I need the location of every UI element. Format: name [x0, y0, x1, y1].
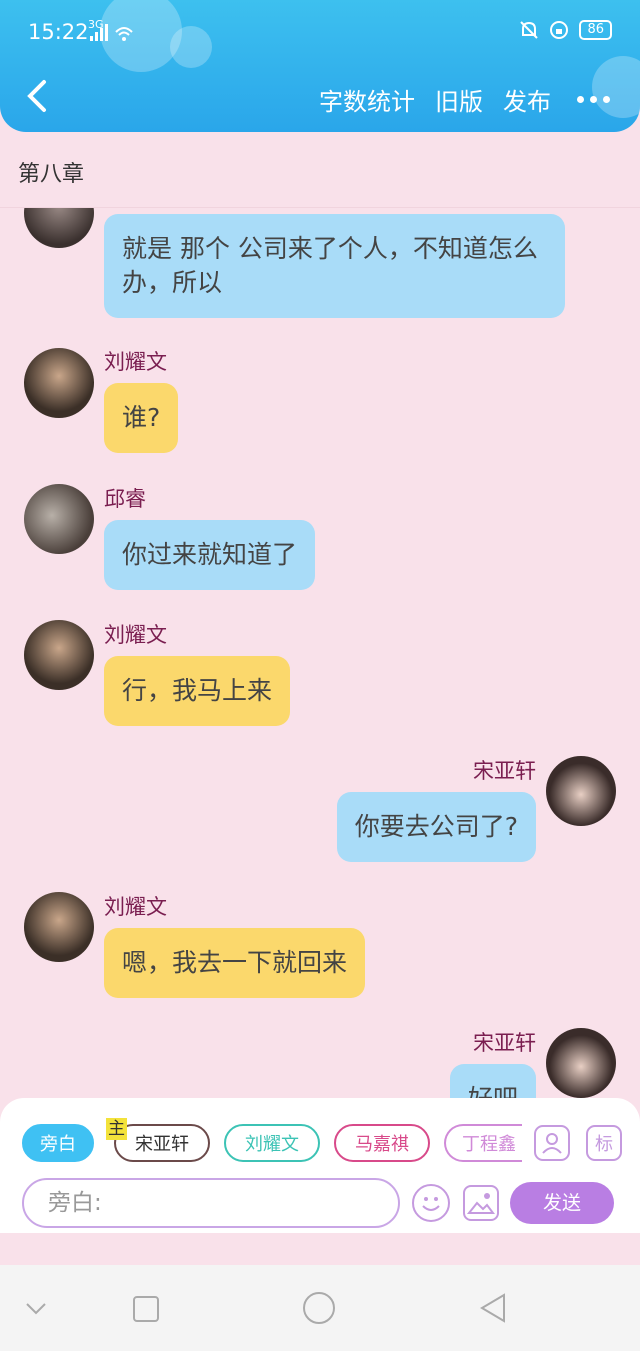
chapter-title-bar: 第八章 — [0, 132, 640, 208]
back-chevron-icon[interactable] — [22, 78, 52, 114]
role-manage-icon[interactable] — [534, 1125, 570, 1161]
role-tag-songyaxuan[interactable]: 主 宋亚轩 — [106, 1118, 210, 1162]
decorative-bubble — [170, 26, 212, 68]
avatar[interactable] — [24, 208, 94, 248]
publish-button[interactable]: 发布 — [503, 82, 551, 117]
lock-rotation-icon — [550, 21, 569, 39]
speaker-name: 宋亚轩 — [473, 1031, 536, 1055]
status-time: 15:22 — [28, 20, 89, 44]
speaker-name: 邱睿 — [104, 487, 146, 511]
avatar[interactable] — [24, 620, 94, 690]
message-bubble[interactable]: 你要去公司了? — [336, 792, 536, 862]
compose-input[interactable]: 旁白: — [22, 1178, 400, 1228]
mute-bell-icon — [520, 21, 539, 39]
avatar[interactable] — [24, 484, 94, 554]
back-triangle-icon[interactable] — [478, 1293, 508, 1323]
speaker-name: 宋亚轩 — [473, 759, 536, 783]
recents-square-icon[interactable] — [132, 1295, 160, 1323]
avatar[interactable] — [24, 892, 94, 962]
battery-indicator: 86 — [579, 20, 612, 40]
compose-panel: 旁白 主 宋亚轩 刘耀文 马嘉祺 丁程鑫 标 旁白: 发送 — [0, 1098, 640, 1233]
chapter-title: 第八章 — [18, 162, 85, 187]
home-circle-icon[interactable] — [302, 1291, 336, 1325]
role-tag-narration[interactable]: 旁白 — [22, 1124, 94, 1162]
image-icon[interactable] — [463, 1185, 499, 1221]
speaker-name: 刘耀文 — [104, 895, 167, 919]
message-bubble[interactable]: 谁? — [104, 383, 179, 453]
role-tag-majiaqi[interactable]: 马嘉祺 — [334, 1124, 430, 1162]
speaker-name: 刘耀文 — [104, 350, 167, 374]
emoji-icon[interactable] — [412, 1184, 450, 1222]
role-tag-liuyaowen[interactable]: 刘耀文 — [224, 1124, 320, 1162]
role-tag-dingchengxin[interactable]: 丁程鑫 — [444, 1124, 522, 1162]
word-count-button[interactable]: 字数统计 — [319, 82, 415, 117]
more-options-icon[interactable] — [577, 96, 610, 103]
message-bubble[interactable]: 行，我马上来 — [104, 656, 291, 726]
main-role-badge: 主 — [106, 1118, 127, 1140]
signal-wifi-icon — [90, 24, 133, 41]
status-icons: 86 — [519, 20, 612, 40]
message-list[interactable]: 就是 那个 公司来了个人，不知道怎么办，所以 刘耀文 谁? 邱睿 你过来就知道了… — [0, 208, 640, 1098]
role-tags: 旁白 主 宋亚轩 刘耀文 马嘉祺 丁程鑫 — [22, 1118, 522, 1162]
chevron-down-icon[interactable] — [24, 1301, 48, 1317]
avatar[interactable] — [546, 1028, 616, 1098]
message-bubble[interactable]: 你过来就知道了 — [104, 520, 316, 590]
label-icon[interactable]: 标 — [586, 1125, 622, 1161]
header-actions: 字数统计 旧版 发布 — [319, 82, 610, 117]
avatar[interactable] — [546, 756, 616, 826]
message-bubble[interactable]: 好吧 — [449, 1064, 536, 1098]
send-button[interactable]: 发送 — [510, 1182, 614, 1224]
system-navigation-bar — [0, 1265, 640, 1351]
avatar[interactable] — [24, 348, 94, 418]
top-app-bar: 15:22 3G 86 字数统计 旧版 发布 — [0, 0, 640, 132]
speaker-name: 刘耀文 — [104, 623, 167, 647]
role-tag-label: 宋亚轩 — [135, 1134, 189, 1155]
message-bubble[interactable]: 就是 那个 公司来了个人，不知道怎么办，所以 — [104, 214, 565, 318]
old-version-button[interactable]: 旧版 — [435, 82, 483, 117]
message-bubble[interactable]: 嗯，我去一下就回来 — [104, 928, 366, 998]
